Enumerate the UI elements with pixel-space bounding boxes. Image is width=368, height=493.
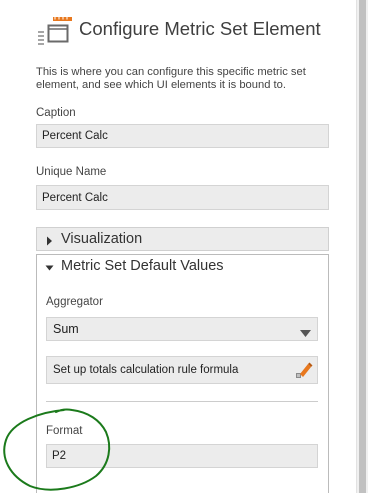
format-label: Format	[46, 425, 83, 437]
scrollbar-thumb[interactable]	[359, 0, 366, 493]
section-divider	[46, 401, 318, 402]
visualization-section-label: Visualization	[61, 231, 143, 247]
metric-set-defaults-section-label: Metric Set Default Values	[61, 258, 224, 274]
vertical-scrollbar[interactable]	[357, 0, 368, 493]
aggregator-label: Aggregator	[46, 296, 103, 308]
collapse-icon	[44, 261, 58, 271]
metric-set-element-icon	[36, 16, 73, 46]
aggregator-select[interactable]: Sum	[46, 317, 318, 341]
caption-label: Caption	[36, 107, 76, 119]
unique-name-label: Unique Name	[36, 166, 107, 178]
format-field[interactable]: P2	[46, 444, 318, 468]
aggregator-selected-value: Sum	[53, 322, 79, 336]
visualization-section-header[interactable]: Visualization	[36, 227, 329, 251]
panel-description: This is where you can configure this spe…	[36, 66, 306, 91]
panel-title: Configure Metric Set Element	[79, 18, 321, 39]
chevron-down-icon	[300, 326, 311, 337]
totals-formula-label: Set up totals calculation rule formula	[53, 364, 239, 376]
totals-formula-button[interactable]: Set up totals calculation rule formula	[46, 356, 318, 384]
unique-name-field[interactable]: Percent Calc	[36, 185, 329, 210]
caption-field[interactable]: Percent Calc	[36, 124, 329, 148]
metric-set-defaults-section-header[interactable]: Metric Set Default Values	[36, 254, 329, 278]
edit-pencil-icon	[295, 361, 313, 379]
expand-icon	[44, 234, 58, 246]
